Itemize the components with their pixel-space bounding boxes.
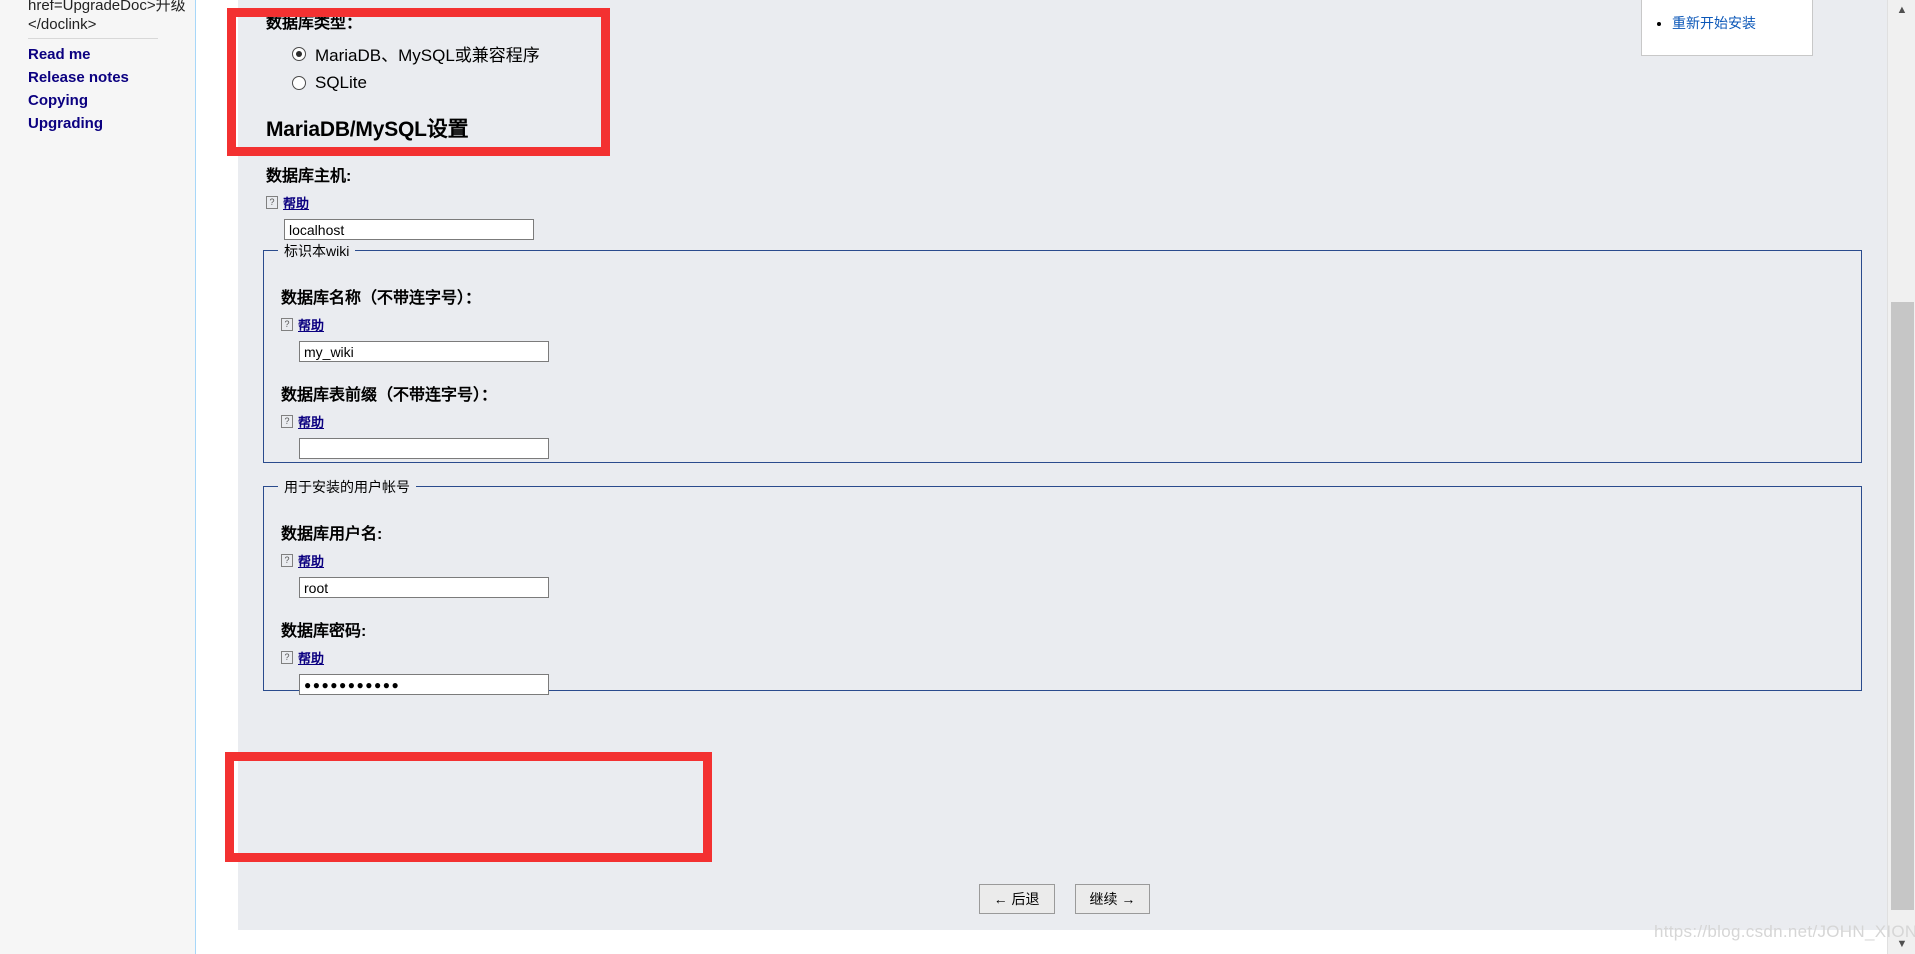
list-item: 重新开始安装 bbox=[1672, 14, 1812, 32]
mysql-settings-heading: MariaDB/MySQL设置 bbox=[266, 118, 469, 141]
watermark: https://blog.csdn.net/JOHN_XIONG bbox=[1654, 922, 1915, 941]
restart-install-list: 重新开始安装 bbox=[1642, 0, 1812, 32]
question-box-icon: ? bbox=[281, 318, 293, 331]
sidebar-item-upgrading[interactable]: Upgrading bbox=[28, 113, 129, 135]
install-account-body: 数据库用户名: ? 帮助 数据库密码: ? 帮助 bbox=[264, 487, 1861, 695]
database-user-help-link[interactable]: 帮助 bbox=[298, 551, 324, 570]
database-host-input[interactable] bbox=[284, 219, 534, 240]
install-account-fieldset: 用于安装的用户帐号 数据库用户名: ? 帮助 数据库密码: ? bbox=[263, 477, 1862, 695]
wiki-identity-body: 数据库名称（不带连字号）： ? 帮助 数据库表前缀（不带连字号）： ? 帮助 bbox=[264, 251, 1861, 459]
radio-option-mariadb[interactable]: MariaDB、MySQL或兼容程序 bbox=[292, 41, 540, 66]
database-host-help-row[interactable]: ? 帮助 bbox=[266, 193, 534, 212]
page-body: 数据库类型： MariaDB、MySQL或兼容程序 SQLite MariaDB… bbox=[197, 0, 1891, 954]
database-password-help-link[interactable]: 帮助 bbox=[298, 648, 324, 667]
vertical-scrollbar[interactable]: ▲ ▼ bbox=[1887, 0, 1915, 954]
database-host-group: 数据库主机: ? 帮助 bbox=[266, 167, 534, 240]
chevron-up-icon[interactable]: ▲ bbox=[1888, 0, 1915, 20]
database-name-label: 数据库名称（不带连字号）： bbox=[281, 290, 482, 307]
radio-sqlite-icon[interactable] bbox=[292, 76, 306, 90]
radio-option-sqlite[interactable]: SQLite bbox=[292, 73, 540, 93]
question-box-icon: ? bbox=[281, 554, 293, 567]
database-name-group: 数据库名称（不带连字号）： ? 帮助 bbox=[281, 289, 1861, 362]
sidebar: href=UpgradeDoc>升级</doclink> Read me Rel… bbox=[0, 0, 196, 954]
installer-page: href=UpgradeDoc>升级</doclink> Read me Rel… bbox=[0, 0, 1915, 954]
restart-install-box: 重新开始安装 bbox=[1641, 0, 1813, 56]
database-password-help-row[interactable]: ? 帮助 bbox=[281, 648, 1861, 667]
database-prefix-label: 数据库表前缀（不带连字号）： bbox=[281, 387, 498, 404]
scrollbar-thumb[interactable] bbox=[1891, 302, 1914, 910]
database-user-label: 数据库用户名: bbox=[281, 526, 383, 543]
database-name-input[interactable] bbox=[299, 341, 549, 362]
database-type-label: 数据库类型： bbox=[266, 15, 363, 32]
radio-mariadb-icon[interactable] bbox=[292, 46, 306, 61]
database-user-input[interactable] bbox=[299, 577, 549, 598]
database-host-help-link[interactable]: 帮助 bbox=[283, 193, 309, 212]
question-box-icon: ? bbox=[266, 196, 278, 209]
sidebar-links: Read me Release notes Copying Upgrading bbox=[28, 44, 129, 136]
database-user-group: 数据库用户名: ? 帮助 bbox=[281, 525, 1861, 598]
radio-mariadb-label: MariaDB、MySQL或兼容程序 bbox=[315, 46, 540, 65]
installer-form-panel: 数据库类型： MariaDB、MySQL或兼容程序 SQLite MariaDB… bbox=[238, 0, 1891, 930]
install-account-legend: 用于安装的用户帐号 bbox=[278, 477, 416, 497]
question-box-icon: ? bbox=[281, 651, 293, 664]
database-password-group: 数据库密码: ? 帮助 bbox=[281, 622, 1861, 695]
database-password-input[interactable] bbox=[299, 674, 549, 695]
wiki-identity-fieldset: 标识本wiki 数据库名称（不带连字号）： ? 帮助 数据库表前缀（不带连字号）… bbox=[263, 241, 1862, 463]
database-type-group: 数据库类型： MariaDB、MySQL或兼容程序 SQLite bbox=[266, 14, 540, 93]
database-prefix-help-link[interactable]: 帮助 bbox=[298, 412, 324, 431]
database-password-label: 数据库密码: bbox=[281, 623, 367, 640]
form-navigation-buttons: ← 后退 继续 → bbox=[238, 884, 1891, 914]
database-name-help-link[interactable]: 帮助 bbox=[298, 315, 324, 334]
sidebar-item-release-notes[interactable]: Release notes bbox=[28, 67, 129, 89]
continue-button[interactable]: 继续 → bbox=[1074, 884, 1151, 914]
database-user-help-row[interactable]: ? 帮助 bbox=[281, 551, 1861, 570]
database-name-help-row[interactable]: ? 帮助 bbox=[281, 315, 1861, 334]
database-prefix-input[interactable] bbox=[299, 438, 549, 459]
question-box-icon: ? bbox=[281, 415, 293, 428]
database-prefix-help-row[interactable]: ? 帮助 bbox=[281, 412, 1861, 431]
sidebar-code-snippet: href=UpgradeDoc>升级</doclink> bbox=[28, 0, 186, 33]
radio-sqlite-label: SQLite bbox=[315, 73, 367, 92]
sidebar-divider bbox=[28, 38, 158, 39]
wiki-identity-legend: 标识本wiki bbox=[278, 241, 356, 261]
database-host-label: 数据库主机: bbox=[266, 168, 352, 185]
sidebar-item-read-me[interactable]: Read me bbox=[28, 44, 129, 66]
sidebar-item-copying[interactable]: Copying bbox=[28, 90, 129, 112]
restart-install-link[interactable]: 重新开始安装 bbox=[1672, 15, 1756, 31]
back-button[interactable]: ← 后退 bbox=[978, 884, 1055, 914]
database-prefix-group: 数据库表前缀（不带连字号）： ? 帮助 bbox=[281, 386, 1861, 459]
